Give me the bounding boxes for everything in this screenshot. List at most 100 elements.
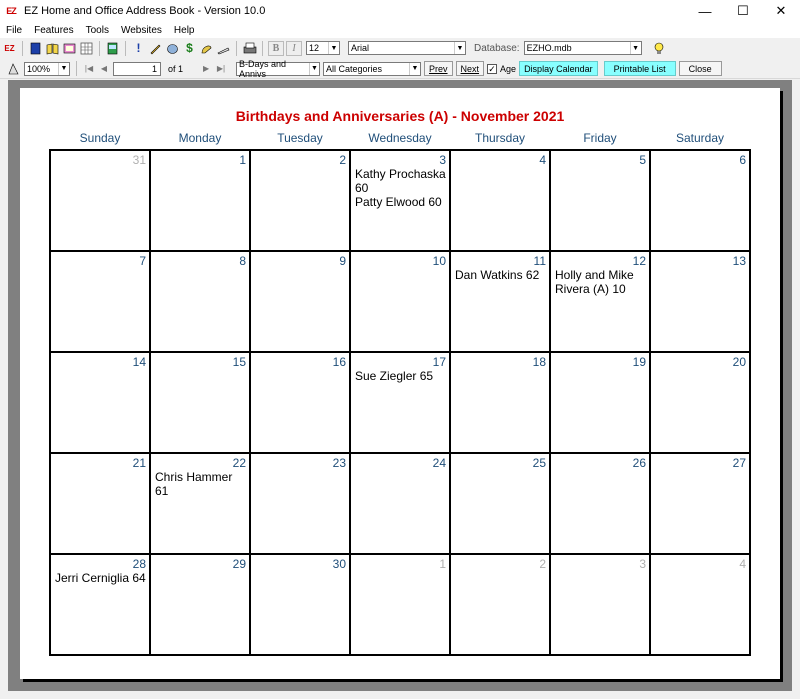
phone-icon[interactable] [165, 41, 180, 56]
calendar-day-cell: 1 [151, 151, 251, 252]
calendar-day-cell: 22 Chris Hammer 61 [151, 454, 251, 555]
menu-features[interactable]: Features [28, 25, 79, 36]
calendar-event: Sue Ziegler 65 [355, 369, 434, 383]
menu-websites[interactable]: Websites [115, 25, 168, 36]
edit-icon[interactable] [199, 41, 214, 56]
report-preview-area[interactable]: Birthdays and Anniversaries (A) - Novemb… [8, 80, 792, 691]
calendar-day-cell: 28 Jerri Cerniglia 64 [51, 555, 151, 656]
age-label: Age [500, 63, 517, 74]
day-number: 20 [732, 355, 746, 369]
pen-pad-icon[interactable] [216, 41, 231, 56]
day-number: 23 [332, 456, 346, 470]
day-number: 27 [732, 456, 746, 470]
font-size-select[interactable]: 12 ▼ [306, 41, 340, 55]
title-bar: EZ EZ Home and Office Address Book - Ver… [0, 0, 800, 22]
display-calendar-button[interactable]: Display Calendar [519, 61, 598, 76]
calendar-day-cell: 30 [251, 555, 351, 656]
open-book-icon[interactable] [45, 41, 60, 56]
calendar-event: Dan Watkins 62 [455, 268, 540, 282]
toolbar-main: EZ ! $ B I 12 ▼ Arial ▼ Database: EZHO.mdb… [0, 38, 800, 58]
calendar-day-cell: 17 Sue Ziegler 65 [351, 353, 451, 454]
dollar-icon[interactable]: $ [182, 41, 197, 56]
calendar-day-cell: 14 [51, 353, 151, 454]
calendar-day-cell: 13 [651, 252, 751, 353]
report-type-select[interactable]: B-Days and Annivs ▼ [236, 59, 321, 79]
day-number: 6 [739, 153, 746, 167]
font-name-select[interactable]: Arial ▼ [348, 41, 466, 55]
last-page-icon[interactable]: ▶| [215, 62, 227, 76]
birthday-icon[interactable] [62, 41, 77, 56]
chevron-down-icon[interactable]: ▼ [409, 62, 420, 75]
notes-icon[interactable] [105, 41, 120, 56]
close-button[interactable]: Close [678, 61, 722, 76]
category-select[interactable]: All Categories ▼ [323, 61, 422, 76]
day-number: 31 [132, 153, 146, 167]
category-value: All Categories [326, 63, 383, 74]
chevron-down-icon[interactable]: ▼ [629, 42, 641, 54]
calendar-day-cell: 5 [551, 151, 651, 252]
day-number: 13 [732, 254, 746, 268]
bold-button[interactable]: B [268, 40, 284, 56]
table-icon[interactable] [79, 41, 94, 56]
page-count-label: of 1 [168, 63, 184, 74]
day-number: 1 [239, 153, 246, 167]
zoom-select[interactable]: 100% ▼ [24, 61, 70, 76]
menu-tools[interactable]: Tools [80, 25, 115, 36]
day-number: 4 [539, 153, 546, 167]
day-number: 19 [632, 355, 646, 369]
close-window-icon[interactable]: ✕ [762, 0, 800, 22]
window-title: EZ Home and Office Address Book - Versio… [24, 5, 266, 17]
zoom-icon[interactable] [6, 61, 21, 76]
weekday-label: Wednesday [368, 131, 432, 145]
toolbar-divider [262, 40, 263, 56]
database-select[interactable]: EZHO.mdb ▼ [523, 41, 642, 55]
previous-page-icon[interactable]: ◀ [98, 62, 110, 76]
day-number: 22 [232, 456, 246, 470]
chevron-down-icon[interactable]: ▼ [454, 42, 465, 54]
day-number: 5 [639, 153, 646, 167]
calendar-event: Chris Hammer 61 [155, 470, 233, 498]
calendar-day-cell: 25 [451, 454, 551, 555]
ez-logo-icon[interactable]: EZ [2, 41, 17, 56]
print-icon[interactable] [242, 41, 257, 56]
maximize-icon[interactable]: ☐ [724, 0, 762, 22]
calendar-event: Jerri Cerniglia 64 [55, 571, 146, 585]
page-number-input[interactable]: 1 [113, 61, 161, 76]
pen-icon[interactable] [148, 41, 163, 56]
font-size-value: 12 [309, 43, 320, 53]
weekday-label: Friday [583, 131, 617, 145]
first-page-icon[interactable]: |◀ [83, 62, 95, 76]
calendar-event: Holly and Mike Rivera (A) 10 [555, 268, 634, 296]
printable-list-button[interactable]: Printable List [603, 61, 676, 76]
app-logo-icon[interactable]: EZ [4, 4, 18, 18]
next-page-icon[interactable]: ▶ [200, 62, 212, 76]
chevron-down-icon[interactable]: ▼ [58, 62, 69, 75]
prev-button[interactable]: Prev [424, 61, 453, 76]
calendar-day-cell: 20 [651, 353, 751, 454]
toolbar-divider [22, 40, 23, 56]
calendar-day-cell: 10 [351, 252, 451, 353]
help-bulb-icon[interactable] [652, 41, 667, 56]
day-number: 2 [539, 557, 546, 571]
age-checkbox[interactable]: ✓ [487, 63, 498, 74]
day-number: 1 [439, 557, 446, 571]
calendar-day-cell: 19 [551, 353, 651, 454]
weekday-label: Monday [178, 131, 222, 145]
minimize-icon[interactable]: — [686, 0, 724, 22]
weekday-header: Sunday Monday Tuesday Wednesday Thursday… [50, 131, 750, 145]
menu-help[interactable]: Help [168, 25, 201, 36]
calendar-day-cell: 4 [651, 555, 751, 656]
italic-button[interactable]: I [286, 40, 302, 56]
next-button[interactable]: Next [455, 61, 485, 76]
calendar-day-cell: 21 [51, 454, 151, 555]
reminder-icon[interactable]: ! [131, 41, 146, 56]
menu-file[interactable]: File [0, 25, 28, 36]
address-book-icon[interactable] [28, 41, 43, 56]
calendar-page: Birthdays and Anniversaries (A) - Novemb… [20, 88, 780, 679]
zoom-value: 100% [27, 63, 51, 74]
calendar-day-cell: 2 [251, 151, 351, 252]
chevron-down-icon[interactable]: ▼ [308, 62, 319, 75]
chevron-down-icon[interactable]: ▼ [328, 42, 339, 54]
report-toolbar: 100% ▼ |◀ ◀ 1 of 1 ▶ ▶| B-Days and Annivs… [0, 59, 800, 79]
day-number: 11 [533, 254, 546, 268]
